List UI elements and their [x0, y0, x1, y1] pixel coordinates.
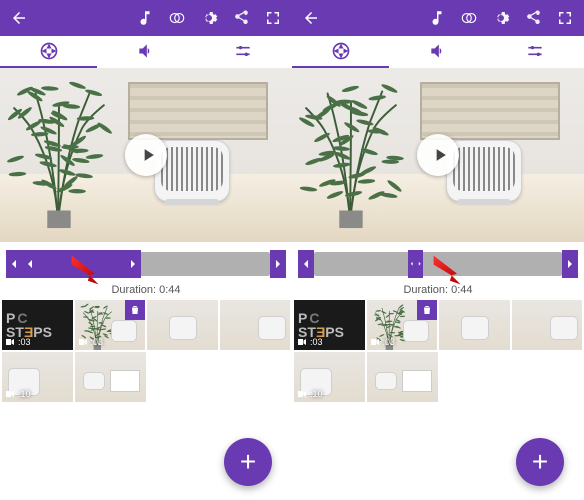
- gear-icon[interactable]: [492, 9, 510, 27]
- play-button[interactable]: [125, 134, 167, 176]
- tab-aperture[interactable]: [292, 36, 389, 68]
- clip-grid: PCSTEPS:03 :03 :10: [0, 300, 292, 402]
- clip-thumbnail[interactable]: :10: [2, 352, 73, 402]
- clip-thumbnail[interactable]: [220, 300, 291, 350]
- clip-thumbnail[interactable]: [147, 300, 218, 350]
- trim-right-handle[interactable]: [416, 250, 423, 278]
- tab-audio[interactable]: [389, 36, 486, 68]
- share-icon[interactable]: [524, 9, 542, 27]
- clip-thumbnail[interactable]: :10: [294, 352, 365, 402]
- back-icon[interactable]: [10, 9, 28, 27]
- trim-outer-right-handle[interactable]: [562, 250, 578, 278]
- trim-left-handle[interactable]: [408, 250, 415, 278]
- trim-right-handle[interactable]: [125, 250, 141, 278]
- trim-bar: [0, 246, 292, 282]
- trim-track[interactable]: [314, 252, 562, 276]
- expand-icon[interactable]: [556, 9, 574, 27]
- clip-thumbnail[interactable]: PCSTEPS:03: [294, 300, 365, 350]
- trim-outer-left-handle[interactable]: [6, 250, 22, 278]
- tab-bar: [292, 36, 584, 68]
- trim-track[interactable]: [22, 252, 270, 276]
- trim-outer-left-handle[interactable]: [298, 250, 314, 278]
- add-clip-fab[interactable]: +: [516, 438, 564, 486]
- tab-adjust[interactable]: [195, 36, 292, 68]
- top-bar: [0, 0, 292, 36]
- trim-outer-right-handle[interactable]: [270, 250, 286, 278]
- video-preview[interactable]: [292, 68, 584, 242]
- add-clip-fab[interactable]: +: [224, 438, 272, 486]
- clip-duration-badge: :10: [4, 388, 31, 400]
- play-button[interactable]: [417, 134, 459, 176]
- clip-duration-badge: :10: [296, 388, 323, 400]
- music-icon[interactable]: [428, 9, 446, 27]
- gear-icon[interactable]: [200, 9, 218, 27]
- music-icon[interactable]: [136, 9, 154, 27]
- overlap-icon[interactable]: [168, 9, 186, 27]
- clip-grid: PCSTEPS:03 :03 :10: [292, 300, 584, 402]
- trim-left-handle[interactable]: [22, 250, 38, 278]
- top-bar: [292, 0, 584, 36]
- tab-bar: [0, 36, 292, 68]
- clip-thumbnail[interactable]: [512, 300, 583, 350]
- trim-bar: [292, 246, 584, 282]
- tab-audio[interactable]: [97, 36, 194, 68]
- clip-thumbnail[interactable]: [75, 352, 146, 402]
- clip-thumbnail[interactable]: :03: [75, 300, 146, 350]
- clip-duration-badge: :03: [369, 336, 396, 348]
- tab-aperture[interactable]: [0, 36, 97, 68]
- overlap-icon[interactable]: [460, 9, 478, 27]
- clip-thumbnail[interactable]: [439, 300, 510, 350]
- editor-panel: Duration: 0:44 PCSTEPS:03 :03 :10 +: [292, 0, 584, 500]
- clip-duration-badge: :03: [296, 336, 323, 348]
- expand-icon[interactable]: [264, 9, 282, 27]
- delete-clip-button[interactable]: [417, 300, 437, 320]
- clip-duration-badge: :03: [4, 336, 31, 348]
- clip-thumbnail[interactable]: :03: [367, 300, 438, 350]
- duration-label: Duration: 0:44: [292, 284, 584, 296]
- editor-panel: Duration: 0:44 PCSTEPS:03 :03 :10 +: [0, 0, 292, 500]
- share-icon[interactable]: [232, 9, 250, 27]
- tab-adjust[interactable]: [487, 36, 584, 68]
- clip-duration-badge: :03: [77, 336, 104, 348]
- delete-clip-button[interactable]: [125, 300, 145, 320]
- duration-label: Duration: 0:44: [0, 284, 292, 296]
- back-icon[interactable]: [302, 9, 320, 27]
- video-preview[interactable]: [0, 68, 292, 242]
- clip-thumbnail[interactable]: [367, 352, 438, 402]
- clip-thumbnail[interactable]: PCSTEPS:03: [2, 300, 73, 350]
